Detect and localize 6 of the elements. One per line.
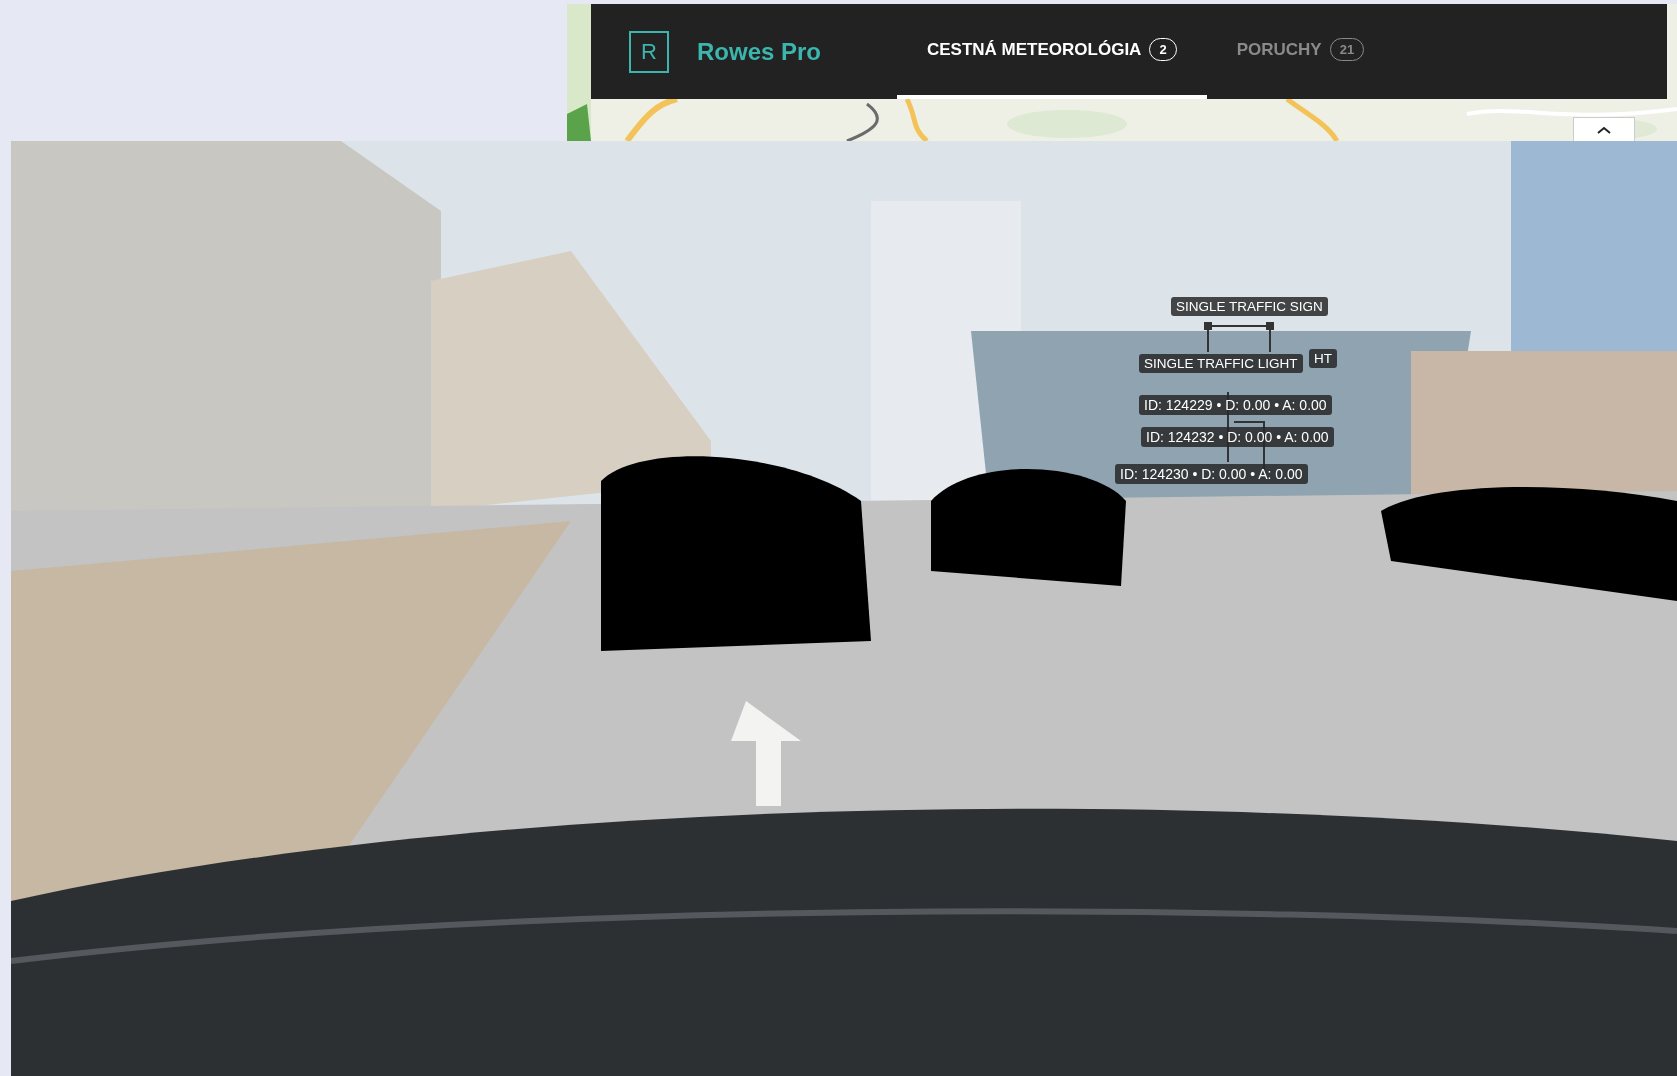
- detection-label: SINGLE TRAFFIC LIGHT: [1139, 354, 1303, 373]
- detection-label: SINGLE TRAFFIC SIGN: [1171, 297, 1328, 316]
- detection-label: ID: 124232 • D: 0.00 • A: 0.00: [1141, 427, 1334, 447]
- detection-label: ID: 124230 • D: 0.00 • A: 0.00: [1115, 464, 1308, 484]
- detection-label: ID: 124229 • D: 0.00 • A: 0.00: [1139, 395, 1332, 415]
- detection-label: HT: [1309, 349, 1337, 368]
